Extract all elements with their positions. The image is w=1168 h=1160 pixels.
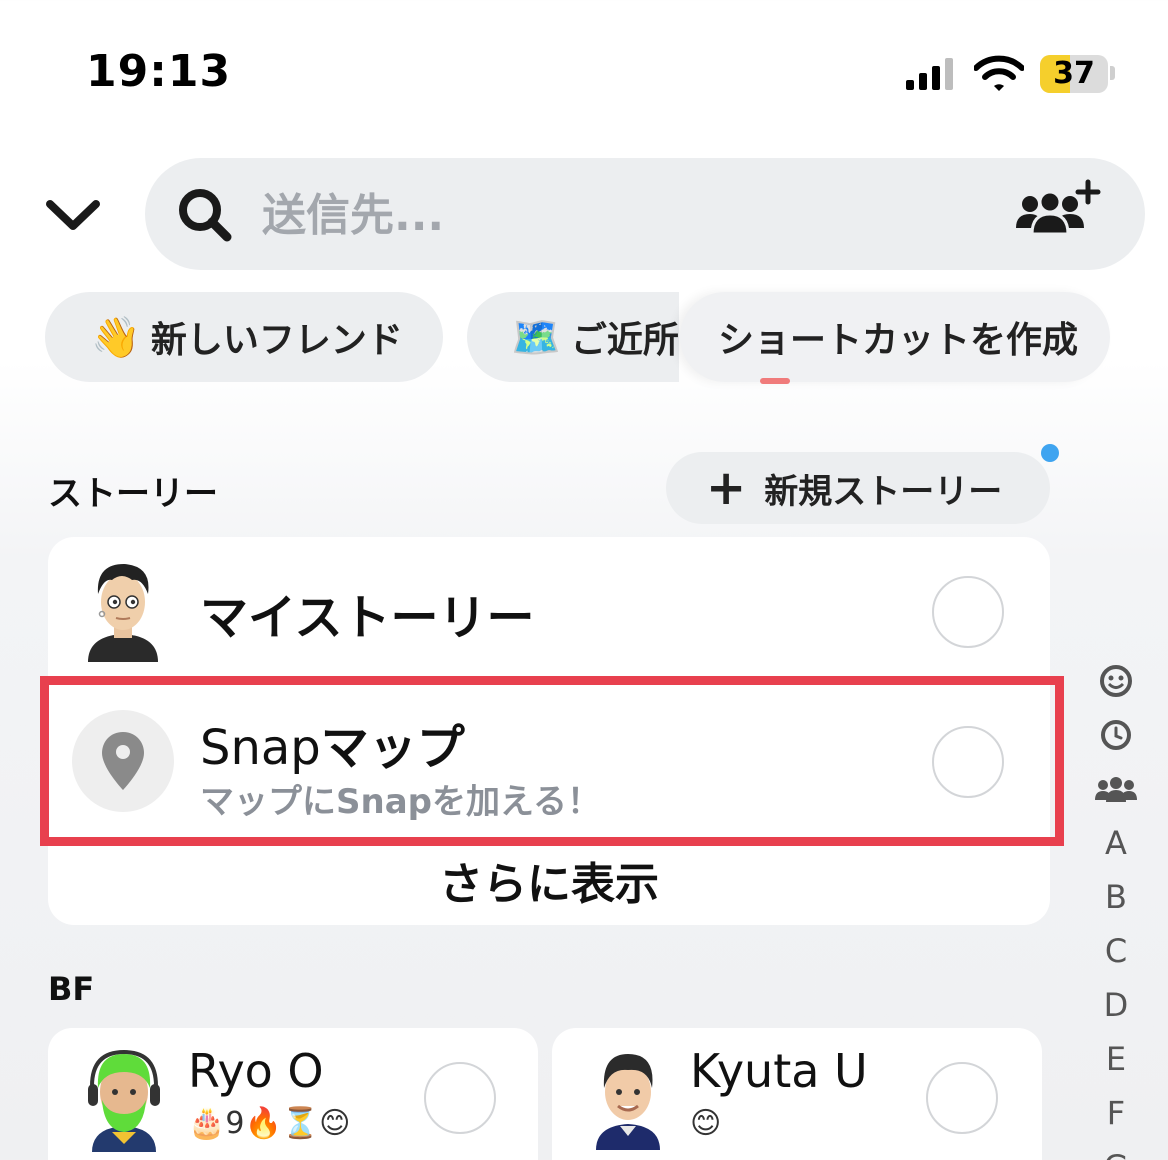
group-icon (1095, 777, 1137, 802)
friend-name: Ryo O (188, 1044, 324, 1098)
friend-streak-emojis: 🎂9🔥⏳😊 (188, 1106, 351, 1141)
avatar (88, 1049, 160, 1152)
index-letter[interactable]: G (1094, 1140, 1138, 1160)
stories-section-title: ストーリー (48, 474, 218, 514)
battery-percentage: 37 (1053, 56, 1095, 91)
chevron-down-icon[interactable] (42, 190, 104, 238)
chip-new-friends[interactable]: 👋 新しいフレンド (45, 292, 443, 382)
search-icon (179, 189, 232, 242)
index-letter[interactable]: D (1094, 978, 1138, 1032)
friend-select-circle[interactable] (424, 1062, 496, 1134)
status-time: 19:13 (86, 46, 232, 97)
my-story-title: マイストーリー (200, 590, 535, 646)
index-smiley-icon[interactable] (1094, 654, 1138, 708)
cellular-signal-icon (906, 58, 953, 90)
bf-section-title: BF (48, 970, 95, 1008)
battery-nub (1110, 66, 1115, 80)
chip-new-friends-label: 新しいフレンド (150, 320, 403, 361)
new-story-button[interactable]: + 新規ストーリー (666, 452, 1050, 524)
wifi-icon (974, 55, 1024, 91)
friend-streak-emojis: 😊 (690, 1106, 722, 1141)
index-clock-icon[interactable] (1094, 708, 1138, 762)
index-letter[interactable]: B (1094, 870, 1138, 924)
chip-create-shortcut[interactable]: ショートカットを作成 (680, 292, 1110, 382)
plus-icon: + (706, 460, 747, 516)
index-letter[interactable]: F (1094, 1086, 1138, 1140)
waving-hand-icon: 👋 (91, 314, 141, 361)
index-letter[interactable]: A (1094, 816, 1138, 870)
index-letter[interactable]: E (1094, 1032, 1138, 1086)
show-more-button[interactable]: さらに表示 (48, 848, 1050, 912)
new-story-label: 新規ストーリー (764, 471, 1003, 512)
smiley-icon (1100, 665, 1132, 697)
notification-dot (1041, 444, 1059, 462)
avatar (88, 564, 158, 662)
clock-icon (1101, 720, 1131, 750)
my-story-select-circle[interactable] (932, 576, 1004, 648)
friend-select-circle[interactable] (926, 1062, 998, 1134)
add-group-icon[interactable] (1012, 178, 1104, 240)
red-underline-marker (760, 378, 790, 384)
index-letter[interactable]: C (1094, 924, 1138, 978)
chip-nearby[interactable]: 🗺️ ご近所 (467, 292, 679, 382)
chip-create-shortcut-label: ショートカットを作成 (718, 320, 1079, 361)
alphabet-index[interactable]: A B C D E F G (1094, 654, 1138, 1160)
index-group-icon[interactable] (1094, 762, 1138, 816)
map-icon: 🗺️ (511, 314, 561, 361)
search-input[interactable] (262, 186, 962, 244)
chip-nearby-label: ご近所 (570, 320, 679, 361)
highlight-box (40, 676, 1064, 846)
avatar (596, 1054, 660, 1150)
friend-name: Kyuta U (690, 1044, 868, 1098)
